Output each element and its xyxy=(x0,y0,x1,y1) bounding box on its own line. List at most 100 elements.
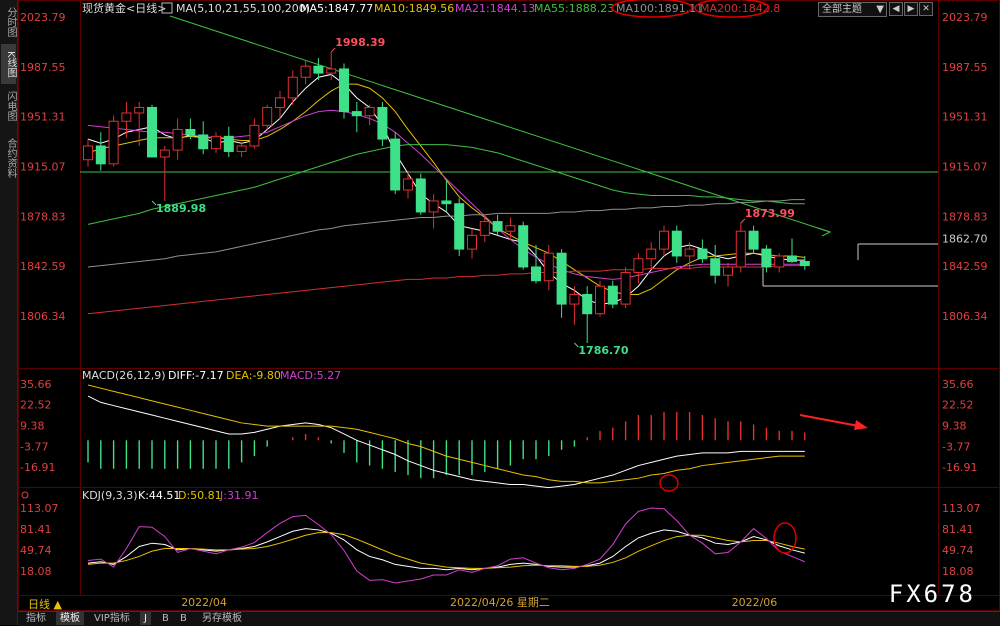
candle-body xyxy=(671,230,682,257)
price-annotation: 1786.70 xyxy=(578,344,628,357)
macd-tick-left: -16.91 xyxy=(20,461,55,474)
candle-body xyxy=(223,135,234,152)
price-tick-left: 1878.83 xyxy=(20,210,66,223)
candle-body xyxy=(505,225,516,232)
ma10-value: MA10:1849.56 xyxy=(374,2,454,15)
kdj-params: KDJ(9,3,3) xyxy=(82,489,138,502)
tab-contract-info[interactable]: 合约资料 xyxy=(1,130,16,186)
kdj-tick-left: 18.08 xyxy=(20,565,52,578)
x-axis-label: 2022/06 xyxy=(732,596,778,609)
candle-body xyxy=(684,248,695,257)
candle-body xyxy=(748,230,759,250)
tab-template[interactable]: 模板 xyxy=(56,612,84,625)
candle-body xyxy=(479,221,490,236)
price-tick-right: 1878.83 xyxy=(942,210,988,223)
macd-tick-right: 22.52 xyxy=(942,399,974,412)
chevron-down-icon: ▼ xyxy=(876,4,884,15)
next-icon[interactable]: ▶ xyxy=(904,2,918,16)
price-tick-left: 1951.31 xyxy=(20,111,66,124)
candle-body xyxy=(492,221,503,232)
price-tick-right: 1915.07 xyxy=(942,160,988,173)
macd-tick-right: 9.38 xyxy=(942,419,967,432)
candle-body xyxy=(172,128,183,151)
candle-body xyxy=(287,76,298,99)
candle-body xyxy=(121,112,132,122)
candle-body xyxy=(467,234,477,250)
candle-body xyxy=(377,106,388,140)
macd-tick-right: -16.91 xyxy=(942,461,977,474)
candle-body xyxy=(415,178,426,213)
price-tick-right: 1806.34 xyxy=(942,310,988,323)
ma21-value: MA21:1844.13 xyxy=(455,2,535,15)
candle-body xyxy=(275,97,285,108)
candle-body xyxy=(159,149,170,158)
macd-tick-left: 9.38 xyxy=(20,419,45,432)
tab-b2[interactable]: B xyxy=(176,612,191,625)
candle-body xyxy=(799,260,810,267)
ma100-value: MA100:1891.11 xyxy=(616,2,703,15)
candle-body xyxy=(185,128,196,136)
macd-tick-right: 35.66 xyxy=(942,378,974,391)
price-tick-right: 2023.79 xyxy=(942,11,988,24)
candle-body xyxy=(262,106,273,126)
macd-dea: DEA:-9.80 xyxy=(226,369,281,382)
candle-body xyxy=(761,248,772,268)
price-tick-right: 1987.55 xyxy=(942,61,988,74)
kdj-k: K:44.51 xyxy=(138,489,180,502)
candle-body xyxy=(339,68,349,113)
candle-body xyxy=(774,255,785,268)
tab-j[interactable]: J xyxy=(140,612,151,625)
ma-params: MA(5,10,21,55,100,200) xyxy=(176,2,310,15)
kdj-j: J:31.91 xyxy=(219,489,258,502)
tab-save-template[interactable]: 另存模板 xyxy=(198,612,246,625)
candle-body xyxy=(518,225,529,268)
macd-params: MACD(26,12,9) xyxy=(82,369,166,382)
theme-select[interactable]: 全部主题 ▼ xyxy=(818,2,887,17)
period-selector[interactable]: 日线 ▲ xyxy=(28,596,62,612)
symbol-title: 现货黄金<日线> xyxy=(82,1,166,15)
bottom-toolbar: 指标 模板 VIP指标 J B B 另存模板 xyxy=(18,611,1000,626)
candle-body xyxy=(198,134,209,150)
tab-timeshare[interactable]: 分时图 xyxy=(1,2,16,42)
chart-canvas[interactable]: 现货黄金<日线> MA(5,10,21,55,100,200) MA5:1847… xyxy=(18,0,1000,611)
macd-diff: DIFF:-7.17 xyxy=(168,369,224,382)
kdj-tick-right: 18.08 xyxy=(942,565,974,578)
kdj-tick-left: 113.07 xyxy=(20,502,59,515)
macd-hist-value: MACD:5.27 xyxy=(280,369,341,382)
candle-body xyxy=(211,135,221,150)
candle-body xyxy=(364,106,375,117)
tab-vip-indicator[interactable]: VIP指标 xyxy=(90,612,134,625)
tab-kline[interactable]: K线图 xyxy=(1,44,16,84)
tab-tick-chart[interactable]: 闪电图 xyxy=(1,86,16,126)
candle-body xyxy=(723,266,733,276)
tab-indicator[interactable]: 指标 xyxy=(22,612,50,625)
candle-body xyxy=(620,271,631,305)
candle-body xyxy=(134,106,145,114)
candle-body xyxy=(569,293,580,305)
candle-body xyxy=(108,120,119,165)
price-tick-left: 1915.07 xyxy=(20,160,66,173)
price-tick-left: 1842.59 xyxy=(20,260,66,273)
price-label-annotation: 1862.70 xyxy=(942,233,988,246)
candle-body xyxy=(697,248,708,260)
candle-body xyxy=(441,200,452,205)
candle-body xyxy=(147,106,157,158)
candle-body xyxy=(556,252,567,305)
candle-body xyxy=(787,255,797,262)
price-tick-right: 1842.59 xyxy=(942,260,988,273)
tab-b1[interactable]: B xyxy=(158,612,173,625)
candle-body xyxy=(659,230,669,250)
watermark-logo: FX678 xyxy=(888,580,976,608)
candle-body xyxy=(236,145,247,152)
close-icon[interactable]: ✕ xyxy=(919,2,933,16)
price-annotation: 1873.99 xyxy=(745,207,795,220)
candle-body xyxy=(531,266,541,282)
candle-body xyxy=(582,293,593,315)
candle-body xyxy=(403,178,413,191)
candle-body xyxy=(595,285,605,315)
macd-tick-left: 35.66 xyxy=(20,378,52,391)
prev-icon[interactable]: ◀ xyxy=(889,2,903,16)
candle-body xyxy=(95,145,106,165)
candle-body xyxy=(351,111,362,117)
candle-body xyxy=(735,230,746,268)
